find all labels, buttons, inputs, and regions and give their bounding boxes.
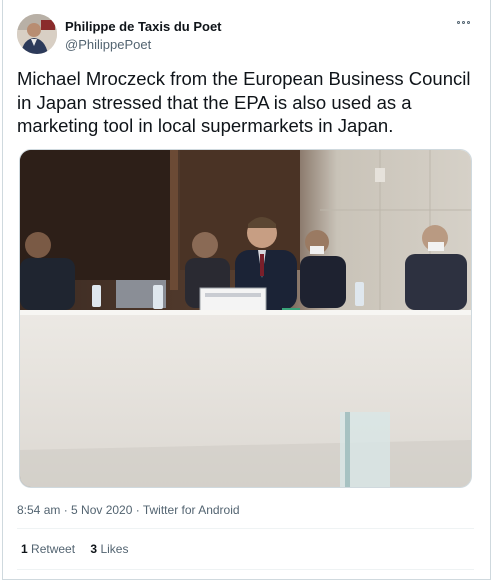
retweets-label: Retweet — [31, 542, 76, 556]
tweet-stats: 1 Retweet 3 Likes — [21, 542, 140, 556]
tweet-header: Philippe de Taxis du Poet @PhilippePoet — [17, 14, 477, 58]
tweet-timestamp[interactable]: 8:54 am · 5 Nov 2020 · Twitter for Andro… — [17, 503, 240, 517]
likes-stat[interactable]: 3 Likes — [90, 542, 128, 556]
more-options-icon[interactable] — [457, 18, 475, 28]
retweets-stat[interactable]: 1 Retweet — [21, 542, 75, 556]
divider — [17, 569, 474, 570]
tweet-text: Michael Mroczeck from the European Busin… — [17, 68, 471, 136]
conference-photo — [20, 150, 471, 487]
divider — [17, 528, 474, 529]
likes-label: Likes — [100, 542, 129, 556]
avatar[interactable] — [17, 14, 57, 54]
tweet-photo[interactable] — [19, 149, 472, 488]
author-handle[interactable]: @PhilippePoet — [65, 37, 151, 52]
retweets-count: 1 — [21, 542, 28, 556]
avatar-photo-icon — [17, 14, 57, 54]
likes-count: 3 — [90, 542, 98, 556]
author-display-name[interactable]: Philippe de Taxis du Poet — [65, 19, 222, 34]
